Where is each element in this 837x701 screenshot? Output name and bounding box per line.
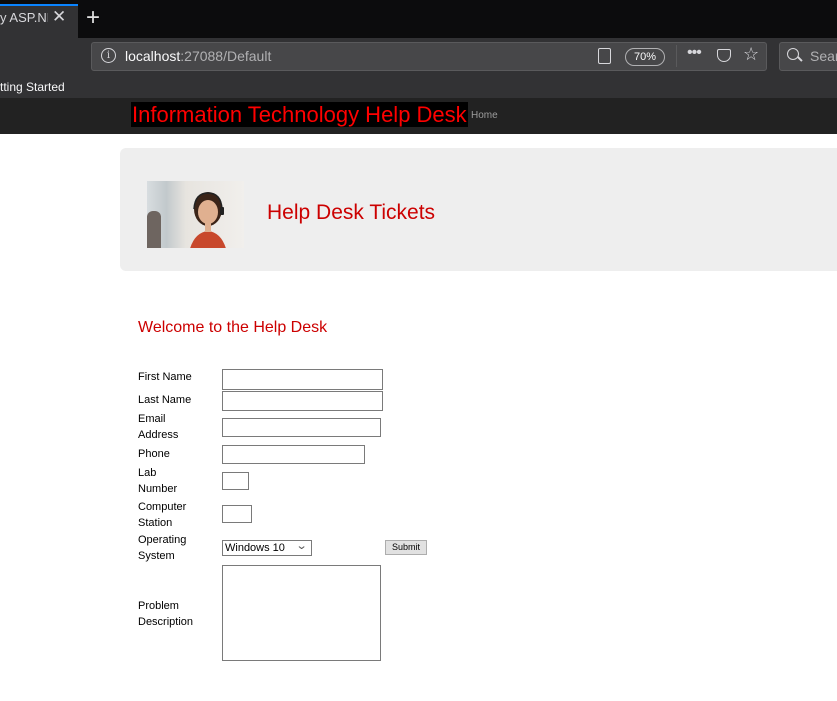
site-brand-link[interactable]: Information Technology Help Desk (131, 102, 468, 127)
first-name-input[interactable] (222, 369, 383, 390)
bookmark-getting-started[interactable]: tting Started (0, 80, 65, 94)
background-person (147, 211, 161, 248)
station-label-line1: Computer (138, 501, 187, 513)
agent-photo (190, 192, 226, 248)
lab-label-line1: Lab (138, 467, 157, 479)
problem-description-textarea[interactable] (222, 565, 381, 661)
close-tab-icon[interactable]: ✕ (52, 7, 66, 27)
os-label-line1: Operating (138, 534, 187, 546)
os-label-line2: System (138, 550, 175, 562)
more-actions-icon[interactable]: ••• (687, 44, 702, 62)
lab-label-line2: Number (138, 483, 178, 495)
first-name-label: First Name (138, 371, 192, 383)
email-label-line1: Email (138, 413, 166, 425)
new-tab-icon[interactable]: + (86, 4, 100, 32)
last-name-input[interactable] (222, 391, 383, 411)
last-name-label: Last Name (138, 394, 192, 406)
problem-label-line1: Problem (138, 600, 179, 612)
bookmarks-toolbar (0, 76, 837, 98)
search-icon (787, 48, 799, 60)
phone-label: Phone (138, 448, 170, 460)
url-host: localhost (125, 48, 181, 64)
phone-input[interactable] (222, 445, 365, 464)
nav-home-link[interactable]: Home (471, 110, 498, 121)
url-text[interactable]: localhost:27088/Default (125, 48, 271, 64)
submit-button[interactable]: Submit (385, 540, 427, 555)
reader-view-icon[interactable] (598, 48, 611, 64)
station-label-line2: Station (138, 517, 173, 529)
toolbar-separator (676, 45, 677, 67)
zoom-indicator[interactable]: 70% (625, 48, 665, 66)
help-desk-agent-image (147, 181, 244, 248)
tab-title: y ASP.NE (0, 10, 48, 25)
email-input[interactable] (222, 418, 381, 437)
info-icon[interactable]: i (101, 48, 116, 63)
problem-label-line2: Description (138, 616, 194, 628)
hero-title: Help Desk Tickets (267, 201, 436, 224)
chevron-down-icon[interactable]: ⌄ (296, 539, 308, 552)
computer-station-input[interactable] (222, 505, 252, 523)
welcome-heading: Welcome to the Help Desk (138, 319, 328, 336)
tab-strip (0, 0, 837, 38)
lab-number-input[interactable] (222, 472, 249, 490)
email-label-line2: Address (138, 429, 179, 441)
bookmark-star-icon[interactable]: ☆ (743, 44, 759, 65)
search-placeholder: Sear (810, 48, 837, 64)
url-path: :27088/Default (180, 48, 272, 64)
